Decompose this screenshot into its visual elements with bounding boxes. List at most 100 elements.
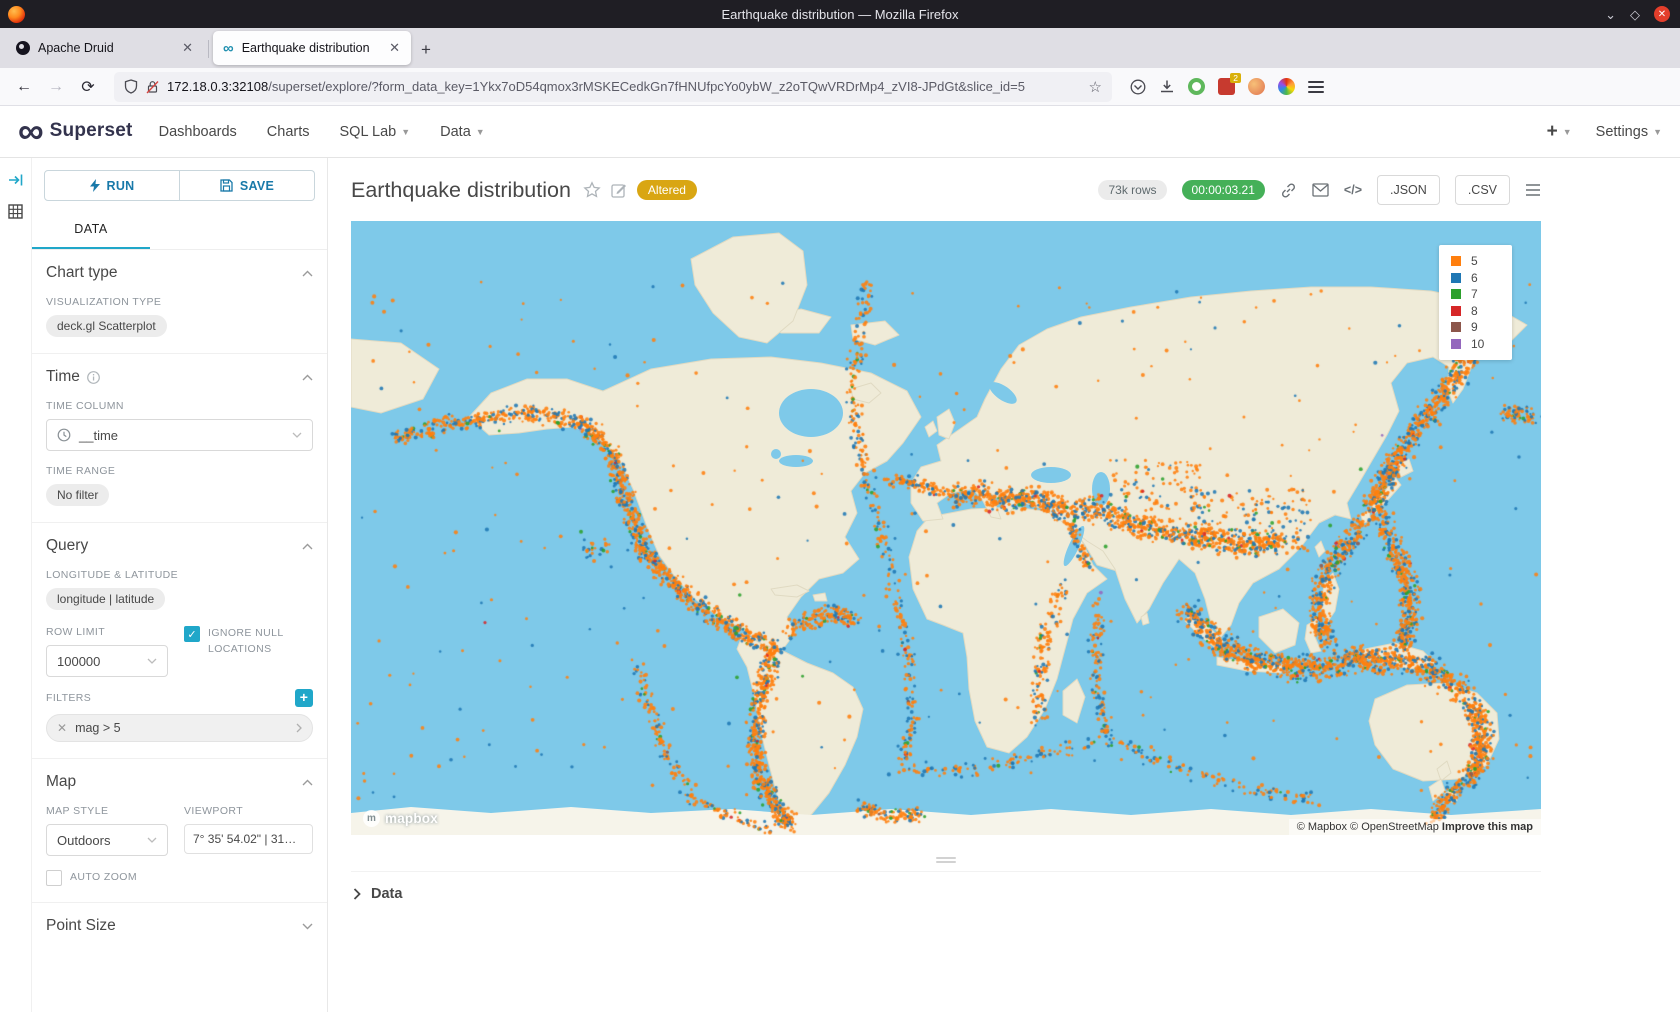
- settings-menu[interactable]: Settings ▼: [1596, 124, 1662, 140]
- favorite-star-icon[interactable]: [583, 181, 601, 199]
- legend-swatch: [1451, 306, 1461, 316]
- chevron-down-icon: [147, 837, 157, 843]
- panel-resize-handle[interactable]: [936, 857, 956, 863]
- deckgl-map[interactable]: 5 6 7 8 9 10 m mapbox © Mapbox © OpenStr…: [351, 221, 1541, 835]
- section-query: Query LONGITUDE & LATITUDE longitude | l…: [32, 522, 327, 758]
- chart-menu-icon[interactable]: [1525, 183, 1541, 197]
- time-column-select[interactable]: __time: [46, 419, 313, 451]
- tab-close-icon[interactable]: ✕: [386, 40, 403, 56]
- window-maximize-icon[interactable]: ◇: [1630, 8, 1640, 21]
- altered-badge[interactable]: Altered: [637, 180, 697, 200]
- section-point-size: Point Size: [32, 902, 327, 951]
- chevron-up-icon[interactable]: [302, 779, 313, 786]
- mapbox-logo[interactable]: m mapbox: [363, 810, 438, 827]
- browser-menu-icon[interactable]: [1308, 78, 1324, 96]
- map-legend: 5 6 7 8 9 10: [1439, 245, 1512, 360]
- extension-orange-icon[interactable]: [1248, 78, 1265, 95]
- nav-item-data[interactable]: Data▼: [440, 124, 485, 140]
- chevron-up-icon[interactable]: [302, 374, 313, 381]
- extension-blocker-icon[interactable]: 2: [1218, 78, 1235, 95]
- viewport-label: VIEWPORT: [184, 805, 313, 817]
- legend-item: 7: [1451, 286, 1512, 303]
- lonlat-value[interactable]: longitude | latitude: [46, 588, 165, 610]
- chevron-down-icon[interactable]: [302, 923, 313, 930]
- ignore-null-checkbox[interactable]: ✓: [184, 626, 200, 642]
- section-header-chart-type[interactable]: Chart type: [46, 264, 313, 282]
- left-icon-rail: [0, 158, 32, 1012]
- tab-data[interactable]: DATA: [32, 213, 150, 249]
- bookmark-star-icon[interactable]: ☆: [1089, 78, 1102, 96]
- section-header-map[interactable]: Map: [46, 773, 313, 791]
- pocket-save-icon[interactable]: [1130, 79, 1146, 95]
- remove-filter-icon[interactable]: ✕: [57, 721, 67, 735]
- map-style-select[interactable]: Outdoors: [46, 824, 168, 856]
- nav-item-sql-lab[interactable]: SQL Lab▼: [340, 124, 411, 140]
- section-header-point-size[interactable]: Point Size: [46, 917, 313, 935]
- window-close-icon[interactable]: ✕: [1654, 6, 1670, 22]
- run-button[interactable]: RUN: [44, 170, 180, 201]
- window-titlebar: Earthquake distribution — Mozilla Firefo…: [0, 0, 1680, 28]
- save-button[interactable]: SAVE: [180, 170, 315, 201]
- extension-green-icon[interactable]: [1188, 78, 1205, 95]
- time-column-value: __time: [79, 428, 118, 443]
- ignore-null-label: IGNORE NULL LOCATIONS: [208, 626, 298, 658]
- shield-icon[interactable]: [124, 79, 138, 94]
- legend-swatch: [1451, 339, 1461, 349]
- section-header-query[interactable]: Query: [46, 537, 313, 555]
- email-icon[interactable]: [1312, 183, 1329, 197]
- bolt-icon: [90, 179, 100, 192]
- forward-button[interactable]: →: [42, 73, 70, 101]
- export-csv-button[interactable]: .CSV: [1455, 175, 1510, 205]
- add-new-button[interactable]: + ▼: [1547, 121, 1572, 143]
- tab-close-icon[interactable]: ✕: [179, 40, 196, 56]
- nav-item-charts[interactable]: Charts: [267, 124, 310, 140]
- chevron-down-icon: [147, 658, 157, 664]
- nav-item-dashboards[interactable]: Dashboards: [159, 124, 237, 140]
- auto-zoom-checkbox[interactable]: [46, 870, 62, 886]
- filters-label: FILTERS +: [46, 689, 313, 707]
- embed-code-icon[interactable]: </>: [1344, 183, 1362, 197]
- add-filter-button[interactable]: +: [295, 689, 313, 707]
- chevron-up-icon[interactable]: [302, 543, 313, 550]
- data-results-collapse[interactable]: Data: [351, 871, 1541, 902]
- chart-area: Earthquake distribution Altered 73k rows…: [328, 158, 1680, 1012]
- insecure-lock-icon[interactable]: [146, 80, 159, 94]
- extension-pinwheel-icon[interactable]: [1278, 78, 1295, 95]
- tab-earthquake-distribution[interactable]: ∞ Earthquake distribution ✕: [213, 31, 411, 65]
- superset-infinity-icon: ∞: [18, 117, 44, 146]
- url-text[interactable]: 172.18.0.3:32108/superset/explore/?form_…: [167, 79, 1081, 94]
- legend-item: 9: [1451, 319, 1512, 336]
- time-range-value[interactable]: No filter: [46, 484, 109, 506]
- filter-pill[interactable]: ✕ mag > 5: [46, 714, 313, 742]
- new-tab-button[interactable]: +: [421, 40, 431, 60]
- viz-type-value[interactable]: deck.gl Scatterplot: [46, 315, 167, 337]
- chevron-up-icon[interactable]: [302, 270, 313, 277]
- map-style-value: Outdoors: [57, 833, 110, 848]
- reload-button[interactable]: ⟳: [74, 73, 102, 101]
- row-limit-select[interactable]: 100000: [46, 645, 168, 677]
- section-header-time[interactable]: Time: [46, 368, 313, 386]
- collapse-panel-icon[interactable]: [8, 172, 24, 188]
- chevron-down-icon: ▼: [1563, 127, 1572, 137]
- legend-swatch: [1451, 273, 1461, 283]
- viewport-value[interactable]: 7° 35' 54.02" | 31…: [184, 824, 313, 854]
- tab-bar: Apache Druid ✕ ∞ Earthquake distribution…: [0, 28, 1680, 68]
- window-title: Earthquake distribution — Mozilla Firefo…: [0, 7, 1680, 22]
- url-bar[interactable]: 172.18.0.3:32108/superset/explore/?form_…: [114, 72, 1112, 102]
- edit-properties-icon[interactable]: [611, 182, 627, 198]
- datasource-grid-icon[interactable]: [8, 204, 23, 219]
- superset-logo[interactable]: ∞ Superset: [18, 117, 133, 146]
- back-button[interactable]: ←: [10, 73, 38, 101]
- export-json-button[interactable]: .JSON: [1377, 175, 1440, 205]
- auto-zoom-row[interactable]: AUTO ZOOM: [46, 870, 313, 886]
- tab-title: Earthquake distribution: [242, 41, 378, 55]
- scatter-canvas: [351, 221, 1541, 835]
- improve-map-link[interactable]: Improve this map: [1442, 821, 1533, 833]
- extension-badge: 2: [1230, 73, 1241, 83]
- section-chart-type: Chart type VISUALIZATION TYPE deck.gl Sc…: [32, 250, 327, 353]
- share-link-icon[interactable]: [1280, 182, 1297, 199]
- ignore-null-checkbox-row[interactable]: ✓ IGNORE NULL LOCATIONS: [184, 626, 313, 658]
- downloads-icon[interactable]: [1159, 79, 1175, 95]
- window-minimize-icon[interactable]: ⌄: [1605, 8, 1616, 21]
- tab-apache-druid[interactable]: Apache Druid ✕: [6, 31, 204, 65]
